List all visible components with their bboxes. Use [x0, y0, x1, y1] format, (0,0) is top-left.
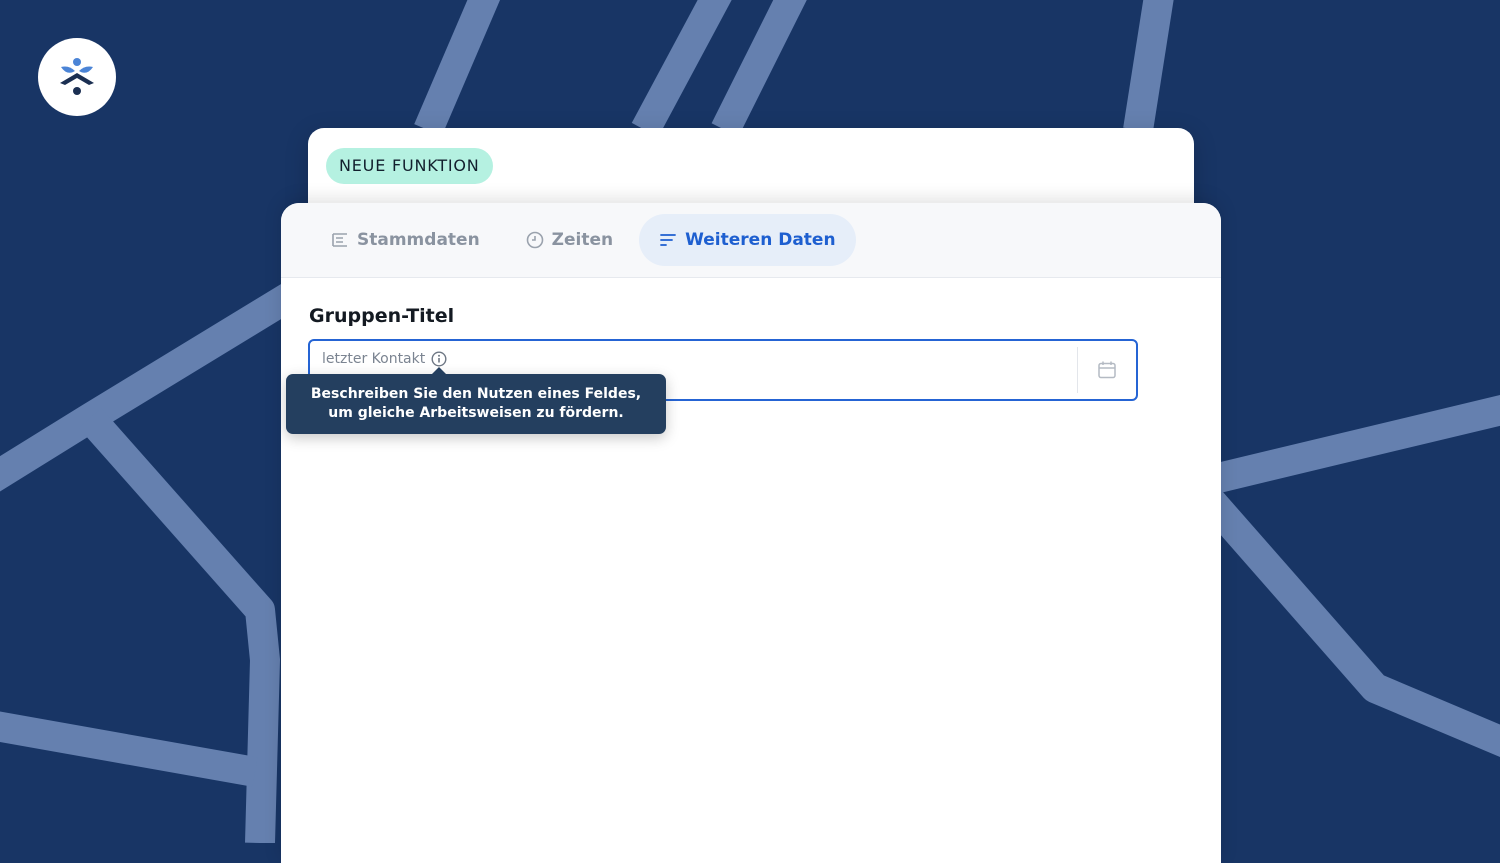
info-icon[interactable] — [431, 351, 447, 367]
clock-icon — [526, 231, 543, 249]
calendar-button[interactable] — [1077, 347, 1136, 393]
info-tooltip: Beschreiben Sie den Nutzen eines Feldes,… — [286, 367, 666, 434]
brand-logo[interactable] — [38, 38, 116, 116]
tab-stammdaten[interactable]: Stammdaten — [311, 214, 500, 266]
tab-label: Weiteren Daten — [685, 230, 836, 250]
section-title: Gruppen-Titel — [309, 305, 455, 327]
field-label: letzter Kontakt — [322, 351, 426, 367]
tab-weiteren-daten[interactable]: Weiteren Daten — [639, 214, 856, 266]
list-icon — [332, 233, 347, 247]
field-label-row: letzter Kontakt — [322, 351, 447, 367]
tab-label: Zeiten — [551, 230, 614, 250]
new-feature-badge: NEUE FUNKTION — [326, 148, 493, 184]
calendar-icon — [1098, 361, 1116, 379]
tab-zeiten[interactable]: Zeiten — [506, 214, 633, 266]
tab-bar: Stammdaten Zeiten Weiteren Daten — [281, 203, 1221, 278]
tab-label: Stammdaten — [357, 230, 480, 250]
form-panel: Stammdaten Zeiten Weiteren Daten Gruppen… — [281, 203, 1221, 863]
lines-icon — [660, 234, 677, 246]
logo-icon — [60, 58, 94, 95]
